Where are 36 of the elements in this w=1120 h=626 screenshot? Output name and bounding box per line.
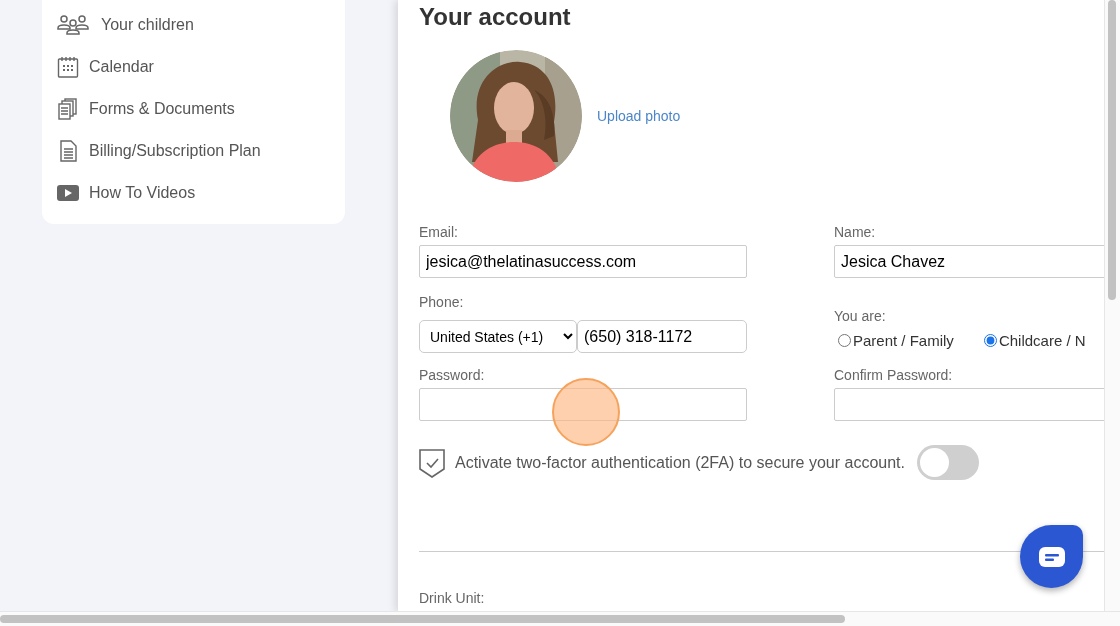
people-icon <box>57 14 89 36</box>
sidebar-item[interactable]: How To Videos <box>89 184 196 202</box>
sidebar-item[interactable]: Your children <box>101 16 194 34</box>
radio-button[interactable] <box>838 334 851 347</box>
field-label: You are: <box>834 308 887 324</box>
horizontal-scrollbar[interactable] <box>0 611 1120 626</box>
two-factor-text: Activate two-factor authentication (2FA) to secure your account. <box>455 453 905 472</box>
document-icon <box>57 140 79 162</box>
password-field[interactable] <box>419 388 747 421</box>
vertical-scrollbar[interactable] <box>1104 0 1120 612</box>
name-field[interactable]: Jesica Chavez <box>834 245 1105 278</box>
radio-label: Parent / Family <box>853 332 954 349</box>
upload-photo-link[interactable]: Upload photo <box>597 108 681 124</box>
field-label: Password: <box>419 367 486 383</box>
radio-button[interactable] <box>983 334 997 347</box>
phone-field[interactable]: (650) 318-1172 <box>577 320 747 353</box>
chat-button[interactable] <box>1020 525 1083 588</box>
confirm-password-field[interactable] <box>834 388 1105 421</box>
field-label: Name: <box>834 224 877 240</box>
email-field[interactable]: jesica@thelatinasuccess.com <box>419 245 747 278</box>
country-select[interactable]: United States (+1) <box>419 320 577 353</box>
radio-label: Childcare / N <box>998 332 1086 349</box>
field-label: Confirm Password: <box>834 367 954 383</box>
sidebar-item[interactable]: Forms & Documents <box>89 100 235 118</box>
video-icon <box>57 185 79 201</box>
toggle-switch[interactable] <box>917 445 979 480</box>
section-label: Drink Unit: <box>419 590 486 606</box>
field-label: Phone: <box>419 294 465 310</box>
chat-icon <box>1038 546 1065 567</box>
calendar-icon <box>57 56 79 78</box>
documents-icon <box>57 98 79 120</box>
shield-icon <box>419 447 445 478</box>
sidebar-item[interactable]: Billing/Subscription Plan <box>89 142 261 160</box>
field-label: Email: <box>419 224 459 240</box>
page-title: Your account <box>419 3 572 32</box>
sidebar-item[interactable]: Calendar <box>89 58 154 76</box>
